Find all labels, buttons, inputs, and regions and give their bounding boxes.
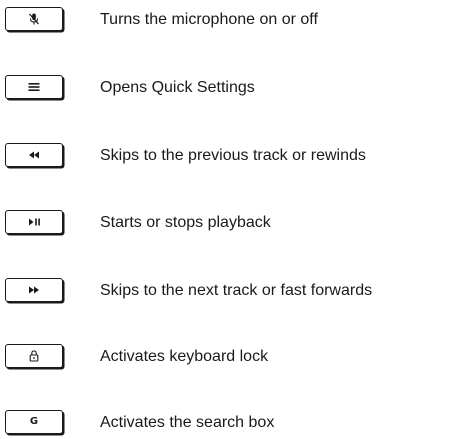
shortcut-row-microphone: Turns the microphone on or off: [0, 6, 451, 36]
google-key: G: [5, 410, 63, 434]
lock-icon: [29, 350, 39, 362]
shortcut-description: Skips to the previous track or rewinds: [100, 147, 366, 164]
shortcut-description: Skips to the next track or fast forwards: [100, 282, 373, 299]
shortcut-row-play-pause: Starts or stops playback: [0, 209, 451, 239]
fast-forward-key: [5, 278, 63, 302]
shortcut-description: Activates keyboard lock: [100, 348, 269, 365]
shortcut-row-quick-settings: Opens Quick Settings: [0, 74, 451, 104]
mic-off-icon: [27, 12, 41, 26]
shortcut-description: Opens Quick Settings: [100, 79, 255, 96]
google-g-icon: G: [29, 416, 39, 427]
rewind-key: [5, 143, 63, 167]
mic-key: [5, 7, 63, 31]
shortcut-row-previous-track: Skips to the previous track or rewinds: [0, 142, 451, 172]
shortcut-description: Starts or stops playback: [100, 214, 271, 231]
shortcut-row-search: G Activates the search box: [0, 409, 451, 439]
shortcut-description: Turns the microphone on or off: [100, 11, 318, 28]
play-pause-icon: [28, 218, 41, 226]
shortcut-description: Activates the search box: [100, 414, 275, 431]
lock-key: [5, 344, 63, 368]
shortcut-row-next-track: Skips to the next track or fast forwards: [0, 277, 451, 307]
menu-key: [5, 75, 63, 99]
play-pause-key: [5, 210, 63, 234]
menu-icon: [28, 82, 40, 92]
rewind-icon: [28, 151, 40, 159]
fast-forward-icon: [28, 286, 40, 294]
shortcut-row-keyboard-lock: Activates keyboard lock: [0, 343, 451, 373]
